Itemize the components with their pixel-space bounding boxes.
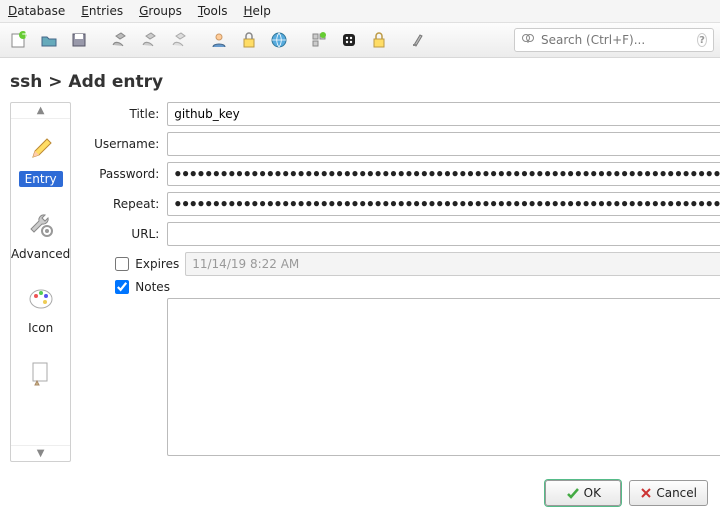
- sidebar-item-label: Icon: [28, 321, 53, 335]
- menu-database[interactable]: Database: [8, 4, 65, 18]
- menu-help[interactable]: Help: [243, 4, 270, 18]
- key-button[interactable]: [366, 27, 392, 53]
- globe-button[interactable]: [266, 27, 292, 53]
- url-label: URL:: [81, 227, 161, 241]
- copy-password-button[interactable]: [136, 27, 162, 53]
- sidebar-item-advanced[interactable]: Advanced: [11, 209, 70, 261]
- help-icon[interactable]: ?: [697, 33, 707, 47]
- svg-text:+: +: [21, 31, 28, 41]
- user-manager-button[interactable]: [206, 27, 232, 53]
- title-input[interactable]: [174, 107, 720, 121]
- palette-icon: [25, 283, 57, 315]
- repeat-label: Repeat:: [81, 197, 161, 211]
- attachment-icon: [25, 357, 57, 389]
- sidebar-item-label: Entry: [19, 171, 63, 187]
- toolbar: + ?: [0, 23, 720, 58]
- title-field[interactable]: [167, 102, 720, 126]
- menu-entries[interactable]: Entries: [81, 4, 123, 18]
- sidebar-scroll-down[interactable]: ▼: [11, 445, 70, 461]
- password-field[interactable]: ●●●●●●●●●●●●●●●●●●●●●●●●●●●●●●●●●●●●●●●●…: [167, 162, 720, 186]
- sidebar-item-label: Advanced: [11, 247, 70, 261]
- notes-label: Notes: [135, 280, 170, 294]
- open-database-button[interactable]: [36, 27, 62, 53]
- settings-button[interactable]: [406, 27, 432, 53]
- menu-groups[interactable]: Groups: [139, 4, 182, 18]
- ok-button[interactable]: OK: [545, 480, 621, 506]
- username-field[interactable]: [167, 132, 720, 156]
- password-label: Password:: [81, 167, 161, 181]
- url-input[interactable]: [174, 227, 720, 241]
- expires-checkbox[interactable]: [115, 257, 129, 271]
- username-label: Username:: [81, 137, 161, 151]
- sidebar-item-icon[interactable]: Icon: [25, 283, 57, 335]
- expires-field: 11/14/19 8:22 AM: [185, 252, 720, 276]
- menu-tools[interactable]: Tools: [198, 4, 228, 18]
- username-input[interactable]: [174, 137, 720, 151]
- breadcrumb: ssh > Add entry: [0, 58, 720, 102]
- wrench-icon: [25, 209, 57, 241]
- new-database-button[interactable]: +: [6, 27, 32, 53]
- copy-username-button[interactable]: [106, 27, 132, 53]
- notes-checkbox[interactable]: [115, 280, 129, 294]
- autotype-button[interactable]: [166, 27, 192, 53]
- sidebar-scroll-up[interactable]: ▲: [11, 103, 70, 119]
- url-field[interactable]: [167, 222, 720, 246]
- search-input[interactable]: [541, 33, 691, 47]
- menubar: Database Entries Groups Tools Help: [0, 0, 720, 23]
- search-box[interactable]: ?: [514, 28, 714, 52]
- dialog-footer: OK Cancel: [545, 480, 708, 506]
- sidebar: ▲ Entry Advanced Icon ▼: [10, 102, 71, 462]
- search-icon: [521, 33, 535, 47]
- cancel-button[interactable]: Cancel: [629, 480, 708, 506]
- sidebar-item-attachments[interactable]: [25, 357, 57, 395]
- ok-icon: [566, 486, 580, 500]
- lock-button[interactable]: [236, 27, 262, 53]
- cancel-icon: [640, 487, 652, 499]
- sidebar-item-entry[interactable]: Entry: [19, 133, 63, 187]
- repeat-field[interactable]: ●●●●●●●●●●●●●●●●●●●●●●●●●●●●●●●●●●●●●●●●…: [167, 192, 720, 216]
- notes-textarea[interactable]: [167, 298, 720, 456]
- pencil-icon: [25, 133, 57, 165]
- plugins-button[interactable]: [306, 27, 332, 53]
- expires-label: Expires: [135, 257, 179, 271]
- password-generator-button[interactable]: [336, 27, 362, 53]
- save-database-button[interactable]: [66, 27, 92, 53]
- entry-form: Title: Username: ▾ Password: ●●●●●●●●●●●…: [81, 102, 720, 462]
- title-label: Title:: [81, 107, 161, 121]
